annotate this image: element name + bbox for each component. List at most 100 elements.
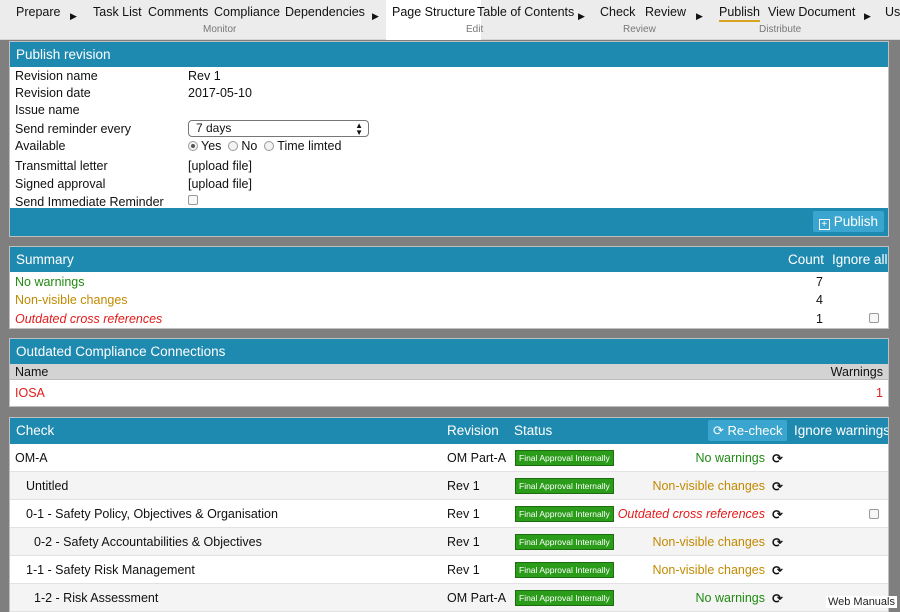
check-row[interactable]: Untitled Rev 1 Final Approval Internally…	[10, 472, 888, 500]
status-badge: Final Approval Internally	[515, 534, 614, 550]
nav-table-of-contents[interactable]: Table of Contents	[477, 5, 574, 19]
recheck-button-label: Re-check	[727, 423, 783, 438]
available-yes-radio[interactable]	[188, 141, 198, 151]
summary-non-visible-count: 4	[816, 293, 823, 307]
signed-approval-label: Signed approval	[15, 177, 106, 191]
nav-use[interactable]: Use	[885, 5, 900, 19]
nav-check[interactable]: Check	[600, 5, 635, 19]
status-header: Status	[514, 423, 553, 438]
revision-name-label: Revision name	[15, 69, 98, 83]
summary-outdated-label: Outdated cross references	[15, 312, 163, 326]
check-row-name: 0-2 - Safety Accountabilities & Objectiv…	[34, 535, 262, 549]
compliance-title: Outdated Compliance Connections	[16, 344, 226, 359]
nav-review[interactable]: Review	[645, 5, 686, 19]
nav-arrow-icon: ▶	[696, 11, 703, 21]
check-row[interactable]: 0-2 - Safety Accountabilities & Objectiv…	[10, 528, 888, 556]
nav-task-list[interactable]: Task List	[93, 5, 142, 19]
summary-title: Summary	[16, 252, 74, 267]
nav-arrow-icon: ▶	[372, 11, 379, 21]
group-monitor-label: Monitor	[203, 24, 237, 35]
compliance-panel: Outdated Compliance Connections Name War…	[9, 338, 889, 407]
check-row[interactable]: 1-2 - Risk Assessment OM Part-A Final Ap…	[10, 584, 888, 612]
top-navigation: Prepare ▶ Task List Comments Compliance …	[0, 0, 900, 40]
summary-header: Summary Count Ignore all	[10, 247, 888, 272]
status-badge: Final Approval Internally	[515, 478, 614, 494]
status-badge: Final Approval Internally	[515, 562, 614, 578]
revision-name-value: Rev 1	[188, 69, 221, 83]
available-no-radio[interactable]	[228, 141, 239, 151]
count-header: Count	[788, 252, 825, 267]
signed-approval-upload-link[interactable]: [upload file]	[188, 177, 252, 191]
ignore-all-header: Ignore all	[832, 252, 888, 267]
panel-title: Publish revision	[16, 47, 111, 62]
publish-panel-footer: + Publish	[10, 208, 888, 236]
check-row-revision: Rev 1	[447, 507, 480, 521]
check-row[interactable]: 0-1 - Safety Policy, Objectives & Organi…	[10, 500, 888, 528]
ignore-outdated-checkbox[interactable]	[869, 313, 879, 323]
ignore-warning-checkbox[interactable]	[869, 509, 879, 519]
recheck-icon[interactable]: ⟳	[772, 535, 783, 551]
check-row-result: Non-visible changes	[652, 479, 765, 493]
check-row-name: Untitled	[26, 479, 69, 493]
check-row-result: Non-visible changes	[652, 535, 765, 549]
compliance-header: Outdated Compliance Connections	[10, 339, 888, 364]
group-distribute-label: Distribute	[759, 24, 802, 35]
compliance-column-headers: Name Warnings	[10, 364, 888, 380]
publish-revision-panel: Publish revision Revision name Rev 1 Rev…	[9, 41, 889, 237]
recheck-icon[interactable]: ⟳	[772, 479, 783, 495]
check-row-revision: Rev 1	[447, 563, 480, 577]
compliance-row-name[interactable]: IOSA	[15, 386, 45, 400]
available-yes-label: Yes	[201, 139, 222, 153]
reminder-select[interactable]: 7 days ▲ ▼	[188, 120, 369, 137]
nav-view-document[interactable]: View Document	[768, 5, 855, 19]
publish-button-label: Publish	[833, 214, 878, 229]
immediate-reminder-label: Send Immediate Reminder	[15, 195, 164, 209]
status-badge: Final Approval Internally	[515, 506, 614, 522]
check-row-revision: OM Part-A	[447, 591, 507, 605]
publish-button[interactable]: + Publish	[812, 211, 884, 232]
check-row[interactable]: 1-1 - Safety Risk Management Rev 1 Final…	[10, 556, 888, 584]
immediate-reminder-checkbox[interactable]	[188, 195, 198, 205]
available-time-radio[interactable]	[264, 141, 275, 151]
recheck-icon[interactable]: ⟳	[772, 591, 783, 607]
nav-dependencies[interactable]: Dependencies	[285, 5, 365, 19]
transmittal-upload-link[interactable]: [upload file]	[188, 159, 252, 173]
warnings-column-header: Warnings	[830, 365, 883, 379]
status-badge: Final Approval Internally	[515, 450, 614, 466]
check-row-revision: Rev 1	[447, 479, 480, 493]
revision-date-value: 2017-05-10	[188, 86, 252, 100]
check-row-result: No warnings	[695, 591, 765, 605]
check-row-revision: OM Part-A	[447, 451, 507, 465]
check-row-name: 0-1 - Safety Policy, Objectives & Organi…	[26, 507, 278, 521]
check-row-name: 1-1 - Safety Risk Management	[26, 563, 195, 577]
plus-icon: +	[818, 219, 830, 230]
group-review-label: Review	[623, 24, 656, 35]
available-time-label: Time limted	[277, 139, 342, 153]
nav-arrow-icon: ▶	[864, 11, 871, 21]
nav-comments[interactable]: Comments	[148, 5, 208, 19]
recheck-icon[interactable]: ⟳	[772, 507, 783, 523]
nav-prepare[interactable]: Prepare	[16, 5, 60, 19]
check-row-result: Non-visible changes	[652, 563, 765, 577]
summary-panel: Summary Count Ignore all No warnings 7 N…	[9, 246, 889, 329]
check-row-revision: Rev 1	[447, 535, 480, 549]
nav-arrow-icon: ▶	[578, 11, 585, 21]
recheck-icon[interactable]: ⟳	[772, 451, 783, 467]
check-row[interactable]: OM-A OM Part-A Final Approval Internally…	[10, 444, 888, 472]
status-badge: Final Approval Internally	[515, 590, 614, 606]
issue-name-label: Issue name	[15, 103, 80, 117]
reminder-label: Send reminder every	[15, 122, 132, 136]
summary-no-warnings-label: No warnings	[15, 275, 85, 289]
revision-header: Revision	[447, 423, 499, 438]
web-manuals-brand: Web Manuals	[825, 596, 897, 608]
revision-date-label: Revision date	[15, 86, 91, 100]
nav-publish[interactable]: Publish	[719, 5, 760, 22]
ignore-warning-checkbox-wrap	[869, 508, 879, 522]
ignore-warnings-header: Ignore warnings	[794, 423, 889, 438]
nav-compliance[interactable]: Compliance	[214, 5, 280, 19]
nav-arrow-icon: ▶	[70, 11, 77, 21]
recheck-icon[interactable]: ⟳	[772, 563, 783, 579]
check-table-panel: Check Revision Status ⟳ Re-check Ignore …	[9, 417, 889, 612]
recheck-button[interactable]: ⟳ Re-check	[708, 420, 788, 441]
summary-outdated-count: 1	[816, 312, 823, 326]
